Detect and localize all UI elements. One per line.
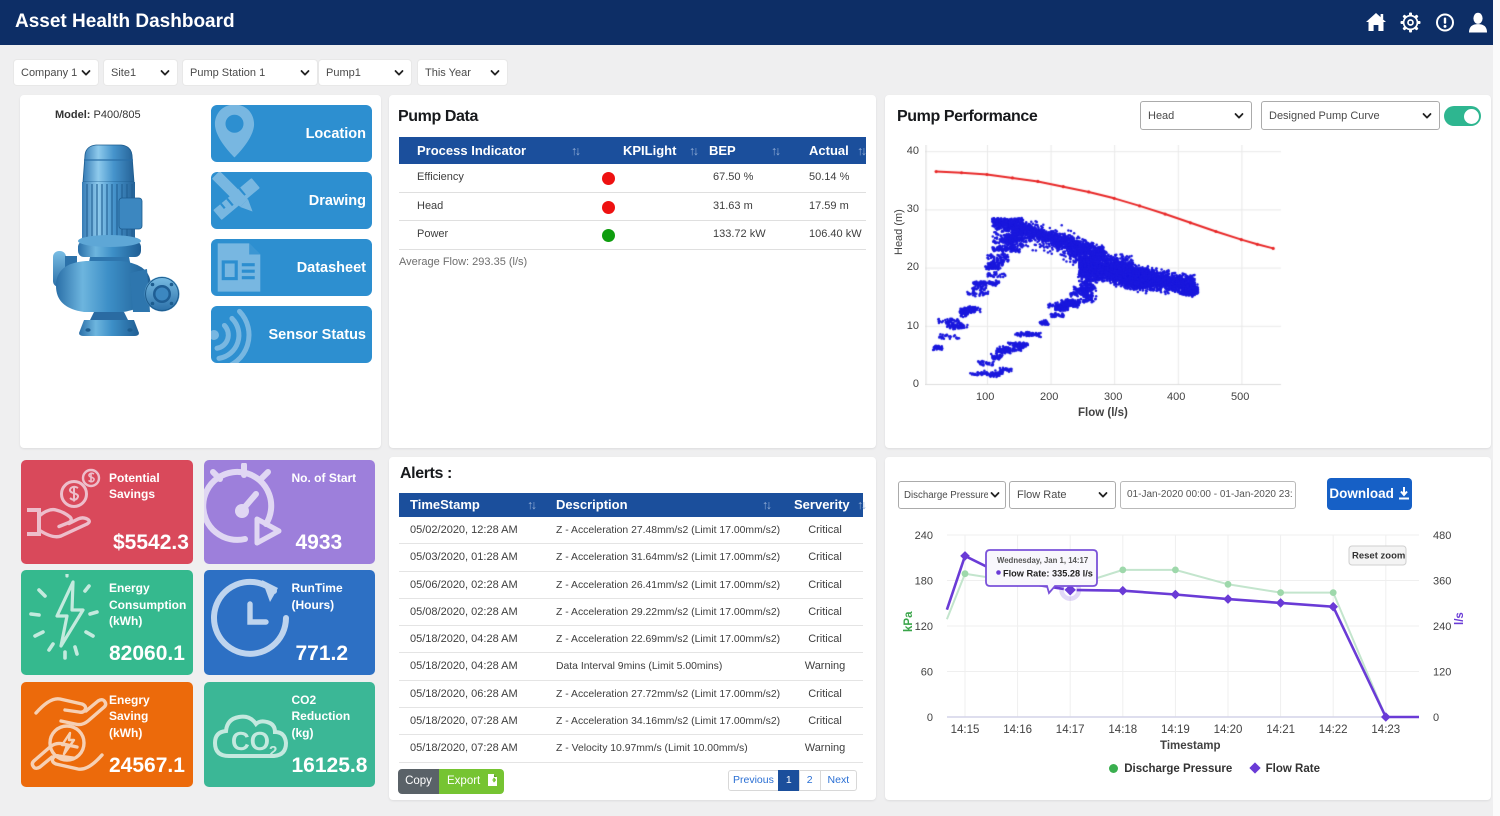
svg-text:120: 120 <box>1433 667 1451 679</box>
svg-text:kPa: kPa <box>903 611 915 632</box>
svg-text:14:18: 14:18 <box>1108 724 1137 736</box>
svg-text:480: 480 <box>1433 530 1451 542</box>
svg-text:0: 0 <box>1433 712 1439 724</box>
svg-text:14:15: 14:15 <box>951 724 980 736</box>
svg-text:Reset zoom: Reset zoom <box>1352 551 1405 562</box>
svg-text:14:17: 14:17 <box>1056 724 1085 736</box>
svg-text:14:22: 14:22 <box>1319 724 1348 736</box>
svg-text:180: 180 <box>915 576 933 588</box>
svg-text:14:16: 14:16 <box>1003 724 1032 736</box>
svg-text:0: 0 <box>927 712 933 724</box>
svg-text:14:23: 14:23 <box>1371 724 1400 736</box>
svg-text:360: 360 <box>1433 576 1451 588</box>
svg-text:Flow Rate: 335.28 l/s: Flow Rate: 335.28 l/s <box>1003 569 1093 579</box>
svg-text:Wednesday, Jan 1, 14:17: Wednesday, Jan 1, 14:17 <box>997 556 1088 565</box>
svg-text:120: 120 <box>915 621 933 633</box>
svg-text:CO: CO <box>231 726 270 756</box>
svg-text:240: 240 <box>915 530 933 542</box>
svg-text:14:20: 14:20 <box>1214 724 1243 736</box>
svg-text:60: 60 <box>921 667 933 679</box>
svg-text:2: 2 <box>269 743 277 760</box>
svg-text:240: 240 <box>1433 621 1451 633</box>
svg-text:14:21: 14:21 <box>1266 724 1295 736</box>
svg-text:14:19: 14:19 <box>1161 724 1190 736</box>
svg-text:l/s: l/s <box>1454 612 1466 625</box>
